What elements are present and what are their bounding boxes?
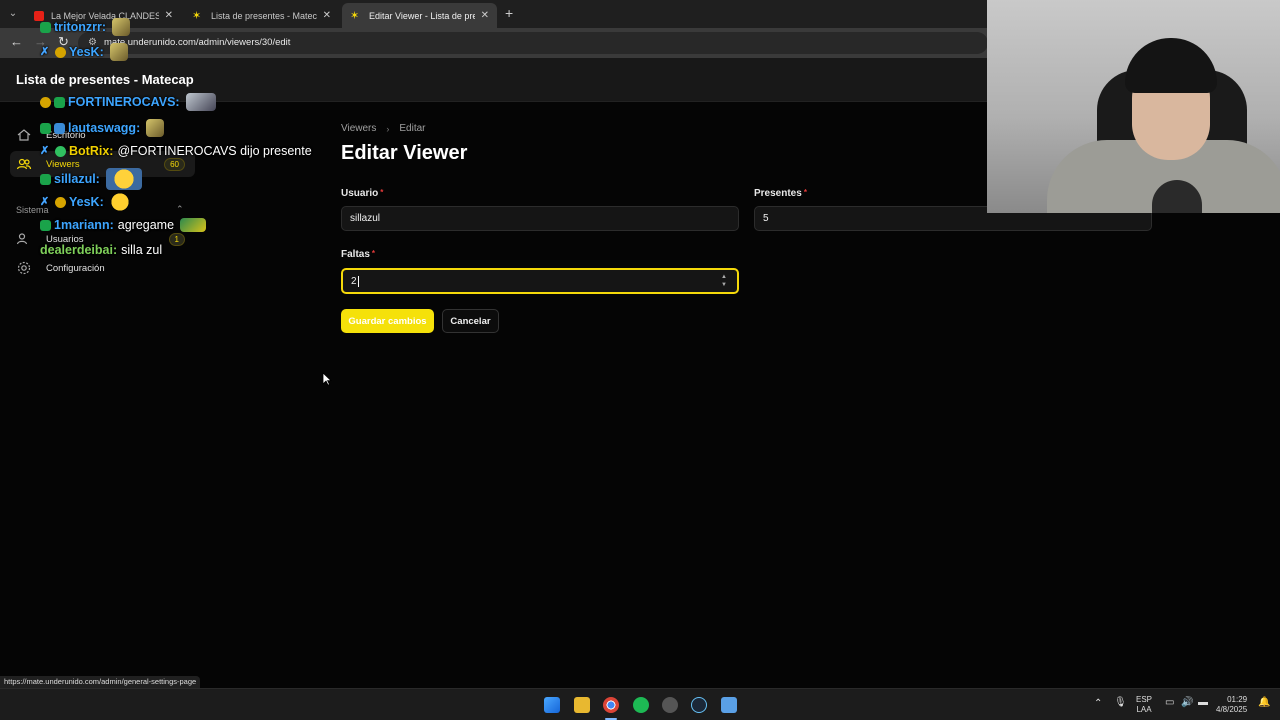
windows-start-icon[interactable] — [544, 697, 560, 713]
text-caret — [357, 275, 359, 287]
required-asterisk: * — [803, 188, 807, 197]
clock[interactable]: 01:29 4/8/2025 — [1216, 695, 1247, 715]
steam-icon[interactable] — [691, 697, 707, 713]
lang-layout: LAA — [1136, 705, 1152, 714]
usuario-label-text: Usuario — [341, 188, 379, 199]
sidebar-item-label: Viewers — [46, 158, 80, 170]
tab-title: Lista de presentes - Matecap — [211, 10, 317, 21]
users-icon — [16, 158, 32, 170]
required-asterisk: * — [380, 188, 384, 197]
sidebar-item-viewers[interactable]: Viewers 60 — [10, 151, 195, 177]
chevron-right-icon: › — [386, 123, 390, 134]
matecap-favicon-icon: ✶ — [192, 9, 202, 22]
gear-icon — [17, 261, 31, 275]
home-icon — [17, 129, 31, 141]
count-badge: 1 — [168, 232, 185, 246]
faltas-label: Faltas * — [341, 249, 375, 260]
usuario-label: Usuario * — [341, 188, 383, 199]
webcam-overlay — [987, 0, 1280, 213]
screen: ⌄ La Mejor Velada CLANDESTINA ✕ ✶ Lista … — [0, 0, 1280, 720]
tab-title: Editar Viewer - Lista de presentes — [369, 10, 475, 21]
webcam-beanie — [1125, 38, 1217, 93]
microphone-icon[interactable]: 🎙 — [1114, 698, 1127, 708]
spotify-icon[interactable] — [633, 697, 649, 713]
close-icon[interactable]: ✕ — [481, 10, 489, 21]
language-indicator[interactable]: ESP LAA — [1136, 695, 1152, 715]
youtube-icon — [34, 10, 44, 21]
cancel-button[interactable]: Cancelar — [442, 309, 499, 333]
number-stepper-icon[interactable]: ▲ ▼ — [720, 273, 728, 289]
usuario-input[interactable]: sillazul — [341, 206, 739, 231]
notepad-icon[interactable] — [721, 697, 737, 713]
close-icon[interactable]: ✕ — [323, 10, 331, 21]
forward-arrow-icon[interactable]: → — [34, 34, 47, 49]
battery-icon[interactable]: ▬ — [1198, 698, 1208, 708]
network-icon[interactable]: ▭ — [1165, 698, 1174, 708]
clock-time: 01:29 — [1227, 695, 1248, 704]
new-tab-plus-icon[interactable]: + — [505, 5, 513, 21]
required-asterisk: * — [371, 249, 376, 258]
page-title: Editar Viewer — [341, 142, 468, 164]
notification-bell-icon[interactable]: 🔔 — [1258, 698, 1270, 708]
address-bar[interactable]: ⚙ mate.underunido.com/admin/viewers/30/e… — [78, 32, 988, 54]
sidebar-group-label: Sistema — [16, 205, 49, 215]
matecap-favicon-icon: ✶ — [350, 9, 360, 22]
back-arrow-icon[interactable]: ← — [10, 34, 23, 49]
user-icon — [16, 233, 28, 245]
tab-youtube[interactable]: La Mejor Velada CLANDESTINA ✕ — [26, 3, 181, 28]
faltas-label-text: Faltas — [341, 249, 370, 260]
faltas-number-input[interactable]: 2 ▲ ▼ — [341, 268, 739, 294]
tab-editar-viewer[interactable]: ✶ Editar Viewer - Lista de presentes ✕ — [342, 3, 497, 28]
sidebar-item-label: Usuarios — [46, 233, 84, 245]
breadcrumb-viewers-link[interactable]: Viewers — [341, 123, 376, 134]
sidebar-item-label: Escritorio — [46, 129, 86, 141]
presentes-label-text: Presentes — [754, 188, 802, 199]
url-text: mate.underunido.com/admin/viewers/30/edi… — [104, 37, 291, 48]
site-info-icon[interactable]: ⚙ — [88, 37, 97, 48]
tab-list-chevron-icon[interactable]: ⌄ — [4, 5, 22, 23]
presentes-label: Presentes * — [754, 188, 807, 199]
lang-code: ESP — [1136, 695, 1153, 704]
clock-date: 4/8/2025 — [1216, 705, 1248, 714]
sidebar-item-label: Configuración — [46, 262, 105, 274]
sidebar-item-escritorio[interactable]: Escritorio — [10, 122, 195, 148]
sidebar-item-usuarios[interactable]: Usuarios 1 — [10, 226, 195, 252]
volume-icon[interactable]: 🔊 — [1181, 698, 1193, 708]
close-icon[interactable]: ✕ — [165, 10, 173, 21]
tray-chevron-up-icon[interactable]: ⌃ — [1094, 699, 1102, 709]
link-status-bar: https://mate.underunido.com/admin/genera… — [0, 676, 201, 688]
tab-lista-presentes[interactable]: ✶ Lista de presentes - Matecap ✕ — [184, 3, 339, 28]
faltas-value: 2 — [351, 275, 357, 287]
breadcrumb: Viewers › Editar — [341, 123, 426, 134]
chevron-up-icon[interactable]: ⌃ — [176, 204, 184, 215]
app-brand[interactable]: Lista de presentes - Matecap — [16, 72, 194, 87]
app-icon[interactable] — [662, 697, 678, 713]
file-explorer-icon[interactable] — [574, 697, 590, 713]
presentes-value: 5 — [763, 213, 769, 224]
reload-icon[interactable]: ↻ — [58, 34, 69, 50]
tab-title: La Mejor Velada CLANDESTINA — [51, 10, 159, 21]
mouse-cursor-icon — [322, 372, 332, 386]
usuario-value: sillazul — [350, 213, 381, 224]
chrome-icon[interactable] — [603, 697, 619, 713]
sidebar-item-configuracion[interactable]: Configuración — [10, 255, 195, 281]
windows-taskbar: ⌃ 🎙 ESP LAA ▭ 🔊 ▬ 01:29 4/8/2025 🔔 — [0, 688, 1280, 720]
breadcrumb-current: Editar — [399, 123, 426, 134]
count-badge: 60 — [164, 157, 185, 171]
sidebar: Escritorio Viewers 60 Sistema ⌃ Usuarios… — [0, 102, 320, 688]
save-button[interactable]: Guardar cambios — [341, 309, 434, 333]
